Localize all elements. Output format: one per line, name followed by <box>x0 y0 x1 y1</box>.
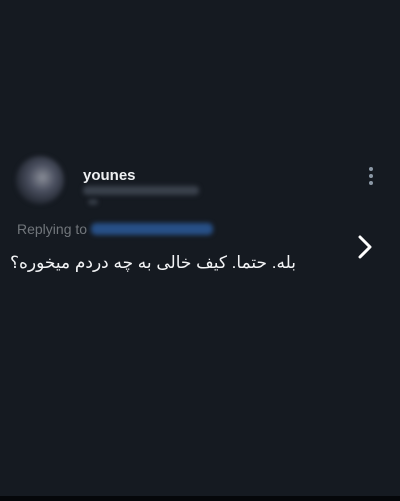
more-dot <box>369 174 373 178</box>
more-vertical-icon[interactable] <box>362 164 380 188</box>
more-dot <box>369 181 373 185</box>
tweet[interactable]: younes Replying to بله. حتما. کیف خالی ب… <box>0 150 400 300</box>
username-redacted <box>83 186 199 195</box>
replying-to: Replying to <box>17 221 214 237</box>
display-name[interactable]: younes <box>83 167 136 184</box>
tweet-text: بله. حتما. کیف خالی به چه دردم میخوره؟ <box>10 253 296 272</box>
bottom-edge <box>0 496 400 501</box>
replying-to-label: Replying to <box>17 221 88 237</box>
more-dot <box>369 167 373 171</box>
username-redacted-extra <box>88 199 98 205</box>
replying-to-handle-redacted[interactable] <box>91 223 214 235</box>
tweet-screen: younes Replying to بله. حتما. کیف خالی ب… <box>0 0 400 501</box>
avatar[interactable] <box>16 156 64 204</box>
